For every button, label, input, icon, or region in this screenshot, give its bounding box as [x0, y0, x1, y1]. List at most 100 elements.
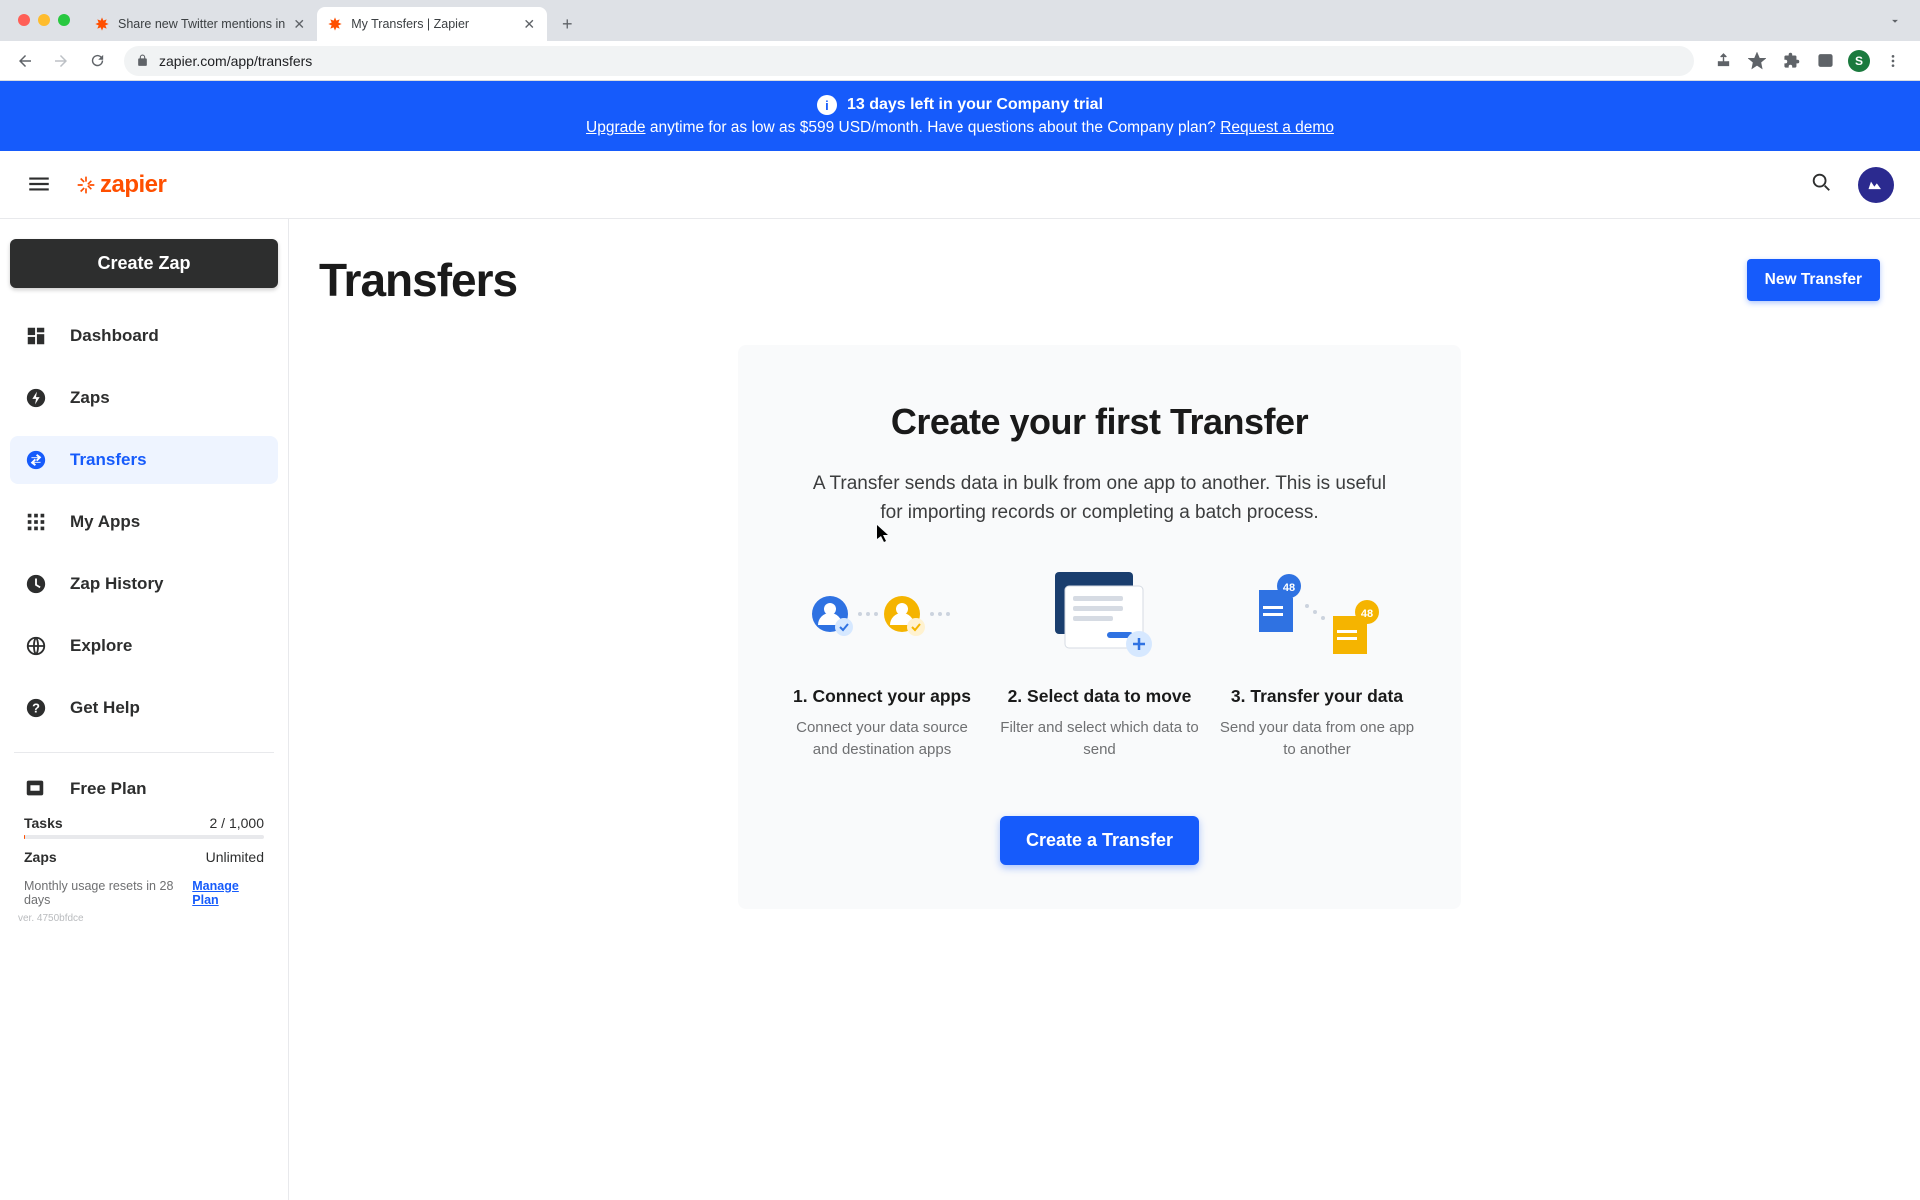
new-tab-button[interactable]: +	[553, 10, 581, 38]
help-icon: ?	[24, 696, 48, 720]
info-icon: i	[817, 95, 837, 115]
plan-block: Free Plan Tasks 2 / 1,000 Zaps Unlimited…	[10, 767, 278, 924]
step-1: 1. Connect your apps Connect your data s…	[782, 566, 982, 761]
transfer-data-illustration: 48 48	[1217, 566, 1417, 662]
transfers-icon	[24, 448, 48, 472]
url-actions: S	[1706, 50, 1910, 72]
tabs-dropdown-icon[interactable]	[1888, 14, 1902, 28]
nav-label: Dashboard	[70, 326, 159, 346]
url-text: zapier.com/app/transfers	[159, 53, 312, 69]
onboarding-card: Create your first Transfer A Transfer se…	[738, 345, 1461, 909]
sidebar-item-zap-history[interactable]: Zap History	[10, 560, 278, 608]
url-row: zapier.com/app/transfers S	[0, 41, 1920, 81]
usage-reset-text: Monthly usage resets in 28 days	[24, 879, 192, 907]
close-window[interactable]	[18, 14, 30, 26]
user-avatar[interactable]	[1858, 167, 1894, 203]
version-text: ver. 4750bfdce	[18, 913, 264, 924]
browser-tab-0[interactable]: Share new Twitter mentions in ✕	[84, 7, 317, 41]
close-tab-icon[interactable]: ✕	[521, 16, 537, 32]
zaps-value: Unlimited	[206, 849, 264, 865]
panel-icon[interactable]	[1814, 50, 1836, 72]
tasks-progress	[24, 835, 264, 839]
card-description: A Transfer sends data in bulk from one a…	[800, 469, 1400, 528]
apps-icon	[24, 510, 48, 534]
step-2-title: 2. Select data to move	[1000, 686, 1200, 707]
plan-name: Free Plan	[70, 779, 147, 799]
main: Create Zap Dashboard Zaps Transfers My A…	[0, 219, 1920, 1200]
plan-icon	[24, 777, 48, 801]
avatar-icon	[1866, 175, 1886, 195]
step-1-desc: Connect your data source and destination…	[782, 717, 982, 761]
extensions-icon[interactable]	[1780, 50, 1802, 72]
close-tab-icon[interactable]: ✕	[291, 16, 307, 32]
create-zap-button[interactable]: Create Zap	[10, 239, 278, 288]
forward-button[interactable]	[46, 46, 76, 76]
trial-banner: i 13 days left in your Company trial Upg…	[0, 81, 1920, 151]
dashboard-icon	[24, 324, 48, 348]
svg-text:48: 48	[1283, 582, 1295, 594]
address-bar[interactable]: zapier.com/app/transfers	[124, 46, 1694, 76]
manage-plan-link[interactable]: Manage Plan	[192, 879, 264, 907]
create-transfer-button[interactable]: Create a Transfer	[1000, 816, 1199, 865]
step-2-desc: Filter and select which data to send	[1000, 717, 1200, 761]
divider	[14, 752, 274, 753]
minimize-window[interactable]	[38, 14, 50, 26]
bookmark-icon[interactable]	[1746, 50, 1768, 72]
share-icon[interactable]	[1712, 50, 1734, 72]
zapier-favicon-icon	[327, 16, 343, 32]
step-3-title: 3. Transfer your data	[1217, 686, 1417, 707]
new-transfer-button[interactable]: New Transfer	[1747, 259, 1880, 301]
search-icon[interactable]	[1810, 171, 1832, 198]
nav-label: Explore	[70, 636, 132, 656]
tasks-label: Tasks	[24, 815, 63, 831]
svg-text:?: ?	[32, 701, 40, 716]
tasks-value: 2 / 1,000	[210, 815, 265, 831]
sidebar-item-dashboard[interactable]: Dashboard	[10, 312, 278, 360]
maximize-window[interactable]	[58, 14, 70, 26]
profile-initial: S	[1855, 54, 1863, 68]
sidebar-item-get-help[interactable]: ? Get Help	[10, 684, 278, 732]
zapier-logo-icon	[76, 175, 96, 195]
browser-tab-1[interactable]: My Transfers | Zapier ✕	[317, 7, 547, 41]
nav-label: Get Help	[70, 698, 140, 718]
connect-apps-illustration	[782, 566, 982, 662]
sidebar-item-explore[interactable]: Explore	[10, 622, 278, 670]
zapier-logo[interactable]: zapier	[76, 171, 166, 199]
history-icon	[24, 572, 48, 596]
tab-title: My Transfers | Zapier	[351, 17, 515, 31]
page-title: Transfers	[319, 253, 517, 307]
select-data-illustration	[1000, 566, 1200, 662]
zaps-icon	[24, 386, 48, 410]
tab-title: Share new Twitter mentions in	[118, 17, 285, 31]
svg-text:48: 48	[1361, 608, 1373, 620]
back-button[interactable]	[10, 46, 40, 76]
card-title: Create your first Transfer	[782, 401, 1417, 443]
nav-label: Zap History	[70, 574, 164, 594]
upgrade-link[interactable]: Upgrade	[586, 119, 645, 136]
request-demo-link[interactable]: Request a demo	[1220, 119, 1334, 136]
nav-label: Zaps	[70, 388, 110, 408]
steps-row: 1. Connect your apps Connect your data s…	[782, 566, 1417, 761]
nav-label: Transfers	[70, 450, 147, 470]
content: Transfers New Transfer Create your first…	[289, 219, 1920, 1200]
step-3: 48 48 3. Transfer your data Send your da…	[1217, 566, 1417, 761]
lock-icon	[136, 54, 149, 67]
hamburger-menu[interactable]	[26, 171, 54, 199]
reload-button[interactable]	[82, 46, 112, 76]
content-header: Transfers New Transfer	[319, 253, 1880, 307]
window-controls	[18, 14, 70, 26]
explore-icon	[24, 634, 48, 658]
browser-profile[interactable]: S	[1848, 50, 1870, 72]
sidebar-item-transfers[interactable]: Transfers	[10, 436, 278, 484]
tab-row: Share new Twitter mentions in ✕ My Trans…	[0, 0, 1920, 41]
sidebar: Create Zap Dashboard Zaps Transfers My A…	[0, 219, 289, 1200]
banner-title: 13 days left in your Company trial	[847, 96, 1103, 114]
logo-text: zapier	[100, 171, 166, 199]
menu-icon[interactable]	[1882, 50, 1904, 72]
sidebar-item-my-apps[interactable]: My Apps	[10, 498, 278, 546]
step-1-title: 1. Connect your apps	[782, 686, 982, 707]
sidebar-item-zaps[interactable]: Zaps	[10, 374, 278, 422]
app-header: zapier	[0, 151, 1920, 219]
banner-mid-text: anytime for as low as $599 USD/month. Ha…	[646, 119, 1221, 136]
browser-chrome: Share new Twitter mentions in ✕ My Trans…	[0, 0, 1920, 81]
